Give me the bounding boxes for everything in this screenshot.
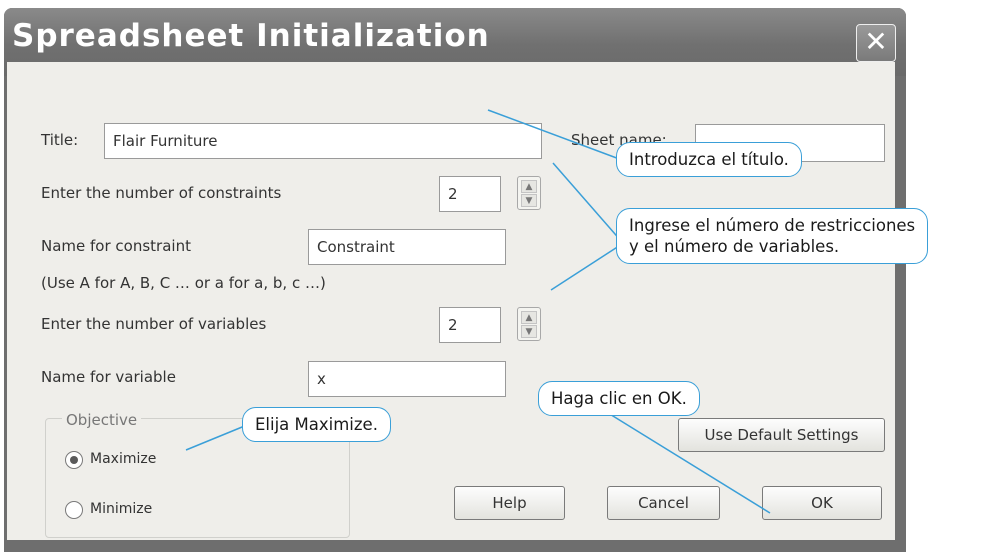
title-callout: Introduzca el título.: [616, 142, 802, 177]
ok-leader-line: [599, 407, 771, 514]
counts-callout-line2: y el número de variables.: [629, 237, 840, 256]
counts-callout: Ingrese el número de restricciones y el …: [616, 208, 929, 264]
ok-callout: Haga clic en OK.: [538, 381, 700, 416]
title-leader-line: [487, 109, 623, 161]
constraints-leader-line: [552, 162, 623, 243]
maximize-callout: Elija Maximize.: [242, 407, 391, 442]
maximize-leader-line: [185, 424, 248, 451]
callout-leaders: [185, 109, 771, 514]
variables-leader-line: [550, 243, 623, 291]
counts-callout-line1: Ingrese el número de restricciones: [629, 216, 916, 235]
